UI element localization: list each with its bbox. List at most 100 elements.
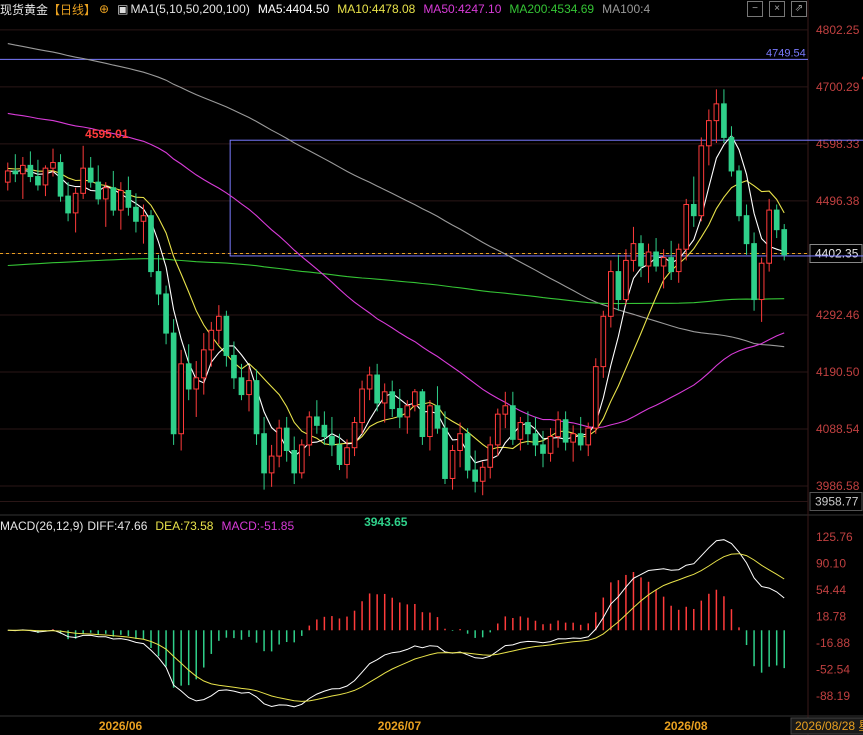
candle-body	[600, 315, 607, 368]
price-line-label: 4749.54	[766, 47, 806, 59]
y-tick-label: 4496.38	[816, 194, 860, 208]
close-icon[interactable]: ×	[769, 1, 785, 17]
candle-body	[351, 422, 358, 449]
candle-body	[615, 271, 622, 301]
y-tick-label: 4802.25	[816, 23, 860, 37]
chart-toolbar: − × ⇗	[747, 1, 807, 17]
candle-body	[223, 315, 230, 356]
candle-body	[268, 455, 275, 474]
candle-body	[155, 271, 162, 295]
candle-body	[510, 405, 516, 440]
candle-body	[389, 391, 396, 410]
cursor-date-label: 2026/08/28 星期五	[795, 719, 863, 733]
y-tick-label: 3958.77	[815, 495, 859, 509]
candle-body	[721, 103, 727, 138]
candle-body	[253, 380, 260, 435]
candle-body	[291, 450, 298, 474]
candle-body	[80, 167, 86, 194]
macd-y-tick-label: -16.88	[816, 636, 850, 650]
candle-body	[743, 215, 750, 245]
y-tick-label: 4088.54	[816, 422, 860, 436]
candle-body	[758, 262, 765, 301]
candle-body	[404, 405, 411, 418]
candle-body	[329, 436, 335, 446]
candle-body	[494, 413, 501, 446]
candle-body	[321, 424, 328, 438]
candle-body	[706, 120, 712, 147]
extreme-label: 3943.65	[364, 515, 408, 529]
expand-icon[interactable]: ⇗	[791, 1, 807, 17]
candle-body	[736, 170, 742, 217]
candle-body	[396, 408, 403, 418]
indicator-icon[interactable]: ▣	[117, 2, 128, 16]
candle-body	[314, 416, 320, 426]
candle-body	[12, 170, 19, 175]
candle-body	[298, 444, 305, 474]
candle-body	[374, 374, 380, 404]
x-tick-label: 2026/06	[99, 719, 143, 733]
candle-body	[449, 450, 456, 479]
candle-body	[547, 436, 554, 454]
ma10-value: MA10:4478.08	[337, 2, 416, 16]
candle-body	[713, 103, 720, 122]
candle-body	[366, 374, 373, 390]
settings-icon[interactable]: ⊕	[99, 2, 109, 16]
candle-body	[427, 405, 433, 438]
candle-body	[683, 204, 690, 250]
candle-body	[193, 377, 200, 390]
candle-body	[766, 209, 772, 264]
candle-body	[148, 215, 154, 273]
candle-body	[125, 190, 132, 208]
candle-body	[65, 195, 71, 214]
candle-body	[276, 427, 282, 457]
macd-y-tick-label: 18.78	[816, 609, 846, 623]
y-tick-label: 4292.46	[816, 308, 860, 322]
price-chart-canvas: 4802.25 4700.29 4598.33 4496.38 4402.35 4292.…	[0, 0, 863, 735]
symbol-name: 现货黄金	[0, 2, 49, 17]
macd-y-tick-label: 125.76	[816, 530, 853, 544]
candle-body	[381, 391, 388, 404]
candle-body	[163, 293, 169, 334]
candle-body	[623, 259, 629, 301]
macd-diff: DIFF:47.66	[87, 519, 148, 533]
y-tick-label: 4598.33	[816, 137, 860, 151]
candle-body	[592, 366, 599, 429]
candle-body	[336, 444, 343, 465]
candle-body	[638, 243, 644, 267]
macd-y-tick-label: 54.44	[816, 583, 846, 597]
candle-body	[675, 248, 682, 273]
macd-diff-line	[7, 539, 785, 708]
candle-body	[87, 167, 94, 183]
candle-body	[110, 187, 117, 211]
main-chart-header: 现货黄金 【日线】 ⊕ ▣ MA1(5,10,50,200,100) MA5:4…	[0, 0, 658, 18]
candle-body	[668, 257, 674, 273]
macd-y-tick-label: -88.19	[816, 689, 850, 703]
candle-body	[35, 176, 41, 186]
period-label[interactable]: 【日线】	[48, 1, 96, 18]
candle-body	[442, 427, 448, 479]
minimize-icon[interactable]: −	[747, 1, 763, 17]
candle-body	[133, 206, 139, 222]
candle-body	[216, 315, 222, 331]
candle-body	[532, 433, 539, 446]
candle-body	[261, 433, 267, 474]
candle-body	[472, 469, 478, 482]
candle-body	[102, 187, 109, 200]
candle-body	[231, 354, 237, 379]
candle-body	[140, 215, 147, 222]
macd-label: MACD(26,12,9)	[0, 519, 84, 533]
candle-body	[570, 433, 576, 443]
candle-body	[525, 422, 531, 435]
candle-body	[238, 377, 245, 396]
candle-body	[585, 427, 592, 446]
current-price-label: 4402.35	[815, 247, 859, 261]
y-tick-label: 3986.58	[816, 479, 860, 493]
candle-body	[630, 243, 637, 261]
candle-body	[502, 405, 509, 415]
ma200-line	[7, 258, 785, 305]
indicator-label: MA1(5,10,50,200,100)	[130, 2, 250, 16]
candle-body	[412, 391, 418, 407]
macd-y-tick-label: 90.10	[816, 556, 846, 570]
candle-body	[457, 433, 463, 451]
candle-body	[283, 427, 290, 451]
